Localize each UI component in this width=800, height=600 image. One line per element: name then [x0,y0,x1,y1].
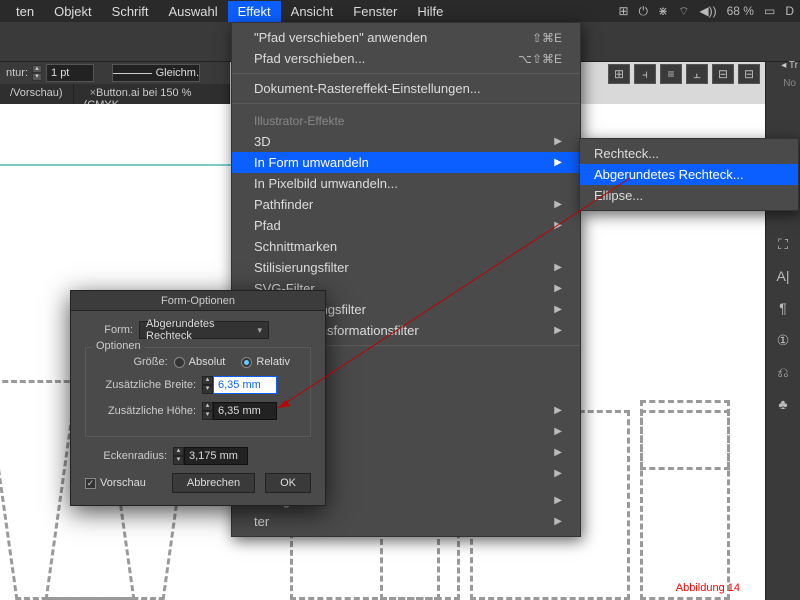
crop-icon[interactable]: ⛶ [771,232,795,256]
menubar-status: ⊞ ⏻ ⋇ ⌔ ◀)) 68 % ▭ D [618,4,794,19]
stepper[interactable]: ▴▾ [202,376,213,394]
chevron-right-icon: ▶ [554,468,562,479]
chevron-right-icon: ▶ [554,426,562,437]
extra-height-input[interactable]: 6,35 mm [213,402,277,420]
panel-subtext: No [783,78,796,89]
chevron-right-icon: ▶ [554,405,562,416]
submenu-rectangle[interactable]: Rechteck... [580,143,798,164]
stroke-toolbar: ntur: ▴▾ 1 pt Gleichm. [0,62,230,84]
document-tab[interactable]: ×Button.ai bei 150 % (CMYK [74,84,230,104]
power-icon[interactable]: ⏻ [639,4,649,19]
align-icon[interactable]: ⫞ [634,64,656,84]
menubar-item[interactable]: Schrift [102,1,159,22]
chevron-right-icon: ▶ [554,262,562,273]
fieldset-legend: Optionen [92,340,145,352]
menubar-left: ten Objekt Schrift Auswahl Effekt Ansich… [6,1,453,22]
radio-relative[interactable]: Relativ [241,356,290,368]
volume-icon[interactable]: ◀)) [699,4,716,18]
stepper[interactable]: ▴▾ [202,402,213,420]
grid-icon[interactable]: ⊞ [608,64,630,84]
form-select[interactable]: Abgerundetes Rechteck [139,321,269,339]
menu-rasterize[interactable]: In Pixelbild umwandeln... [232,173,580,194]
menu-pathfinder[interactable]: Pathfinder▶ [232,194,580,215]
corner-radius-label: Eckenradius: [85,450,167,462]
document-tabbar: /Vorschau) ×Button.ai bei 150 % (CMYK [0,84,230,104]
stroke-dash-select[interactable]: Gleichm. [112,64,200,82]
chevron-right-icon: ▶ [554,136,562,147]
menu-cropmarks[interactable]: Schnittmarken [232,236,580,257]
bluetooth-icon[interactable]: ⋇ [658,4,668,18]
extra-width-label: Zusätzliche Breite: [96,379,196,391]
convert-to-shape-submenu: Rechteck... Abgerundetes Rechteck... Ell… [579,138,799,211]
stroke-stepper[interactable]: ▴▾ [32,65,42,81]
menu-path[interactable]: Pfad▶ [232,215,580,236]
align-icon[interactable]: ≡ [660,64,682,84]
submenu-rounded-rectangle[interactable]: Abgerundetes Rechteck... [580,164,798,185]
swatch-icon[interactable]: ♣ [771,392,795,416]
stroke-weight-input[interactable]: 1 pt [46,64,94,82]
extra-width-input[interactable]: 6,35 mm [213,376,277,394]
extra-height-label: Zusätzliche Höhe: [96,405,196,417]
menu-raster-settings[interactable]: Dokument-Rastereffekt-Einstellungen... [232,78,580,99]
menu-separator [232,103,580,104]
document-tab[interactable]: /Vorschau) [0,84,74,104]
submenu-ellipse[interactable]: Ellipse... [580,185,798,206]
battery-icon[interactable]: ▭ [764,4,775,18]
stroke-label: ntur: [6,67,28,79]
chevron-right-icon: ▶ [554,516,562,527]
chevron-right-icon: ▶ [554,157,562,168]
size-label: Größe: [96,356,168,368]
menu-apply-last[interactable]: "Pfad verschieben" anwenden⇧⌘E [232,27,580,48]
menu-convert-to-shape[interactable]: In Form umwandeln▶ [232,152,580,173]
wifi-icon[interactable]: ⌔ [678,4,689,19]
stepper[interactable]: ▴▾ [173,447,184,465]
battery-text: 68 % [727,4,754,18]
menubar-item[interactable]: Auswahl [159,1,228,22]
align-icon[interactable]: ⊟ [712,64,734,84]
link-icon[interactable]: ⎌ [771,360,795,384]
chevron-right-icon: ▶ [554,304,562,315]
menu-reapply[interactable]: Pfad verschieben...⌥⇧⌘E [232,48,580,69]
panel-tab[interactable]: ◂ Tr [781,60,798,71]
chevron-right-icon: ▶ [554,325,562,336]
dialog-title: Form-Optionen [161,295,235,307]
menu-header: Illustrator-Effekte [232,108,580,131]
toolbar-right-group: ⊞ ⫞ ≡ ⫠ ⊟ ⊟ [608,64,760,84]
menubar-item[interactable]: ten [6,1,44,22]
type-icon[interactable]: A| [771,264,795,288]
menubar-item[interactable]: Ansicht [281,1,344,22]
menu-separator [232,73,580,74]
shape-options-dialog: Form-Optionen Form: Abgerundetes Rechtec… [70,290,326,506]
align-icon[interactable]: ⊟ [738,64,760,84]
menu-stylize[interactable]: Stilisierungsfilter▶ [232,257,580,278]
dropbox-icon[interactable]: ⊞ [618,4,628,18]
glyph-icon[interactable]: ① [771,328,795,352]
menu-3d[interactable]: 3D▶ [232,131,580,152]
chevron-right-icon: ▶ [554,447,562,458]
chevron-right-icon: ▶ [554,220,562,231]
menubar-item[interactable]: Objekt [44,1,102,22]
form-label: Form: [85,324,133,336]
menubar-item[interactable]: Fenster [343,1,407,22]
ok-button[interactable]: OK [265,473,311,493]
menubar-item-effekt[interactable]: Effekt [228,1,281,22]
chevron-right-icon: ▶ [554,495,562,506]
os-menubar: ten Objekt Schrift Auswahl Effekt Ansich… [0,0,800,22]
radio-absolute[interactable]: Absolut [174,356,226,368]
cancel-button[interactable]: Abbrechen [172,473,255,493]
menu-ps-filter[interactable]: ter▶ [232,511,580,532]
corner-radius-input[interactable]: 3,175 mm [184,447,248,465]
chevron-right-icon: ▶ [554,199,562,210]
preview-checkbox[interactable]: ✓Vorschau [85,477,146,489]
chevron-right-icon: ▶ [554,283,562,294]
dialog-titlebar[interactable]: Form-Optionen [71,291,325,311]
figure-caption: Abbildung 14 [676,582,740,594]
options-fieldset: Optionen Größe: Absolut Relativ Zusätzli… [85,347,311,437]
paragraph-icon[interactable]: ¶ [771,296,795,320]
align-icon[interactable]: ⫠ [686,64,708,84]
menubar-extra: D [785,4,794,18]
menubar-item[interactable]: Hilfe [407,1,453,22]
